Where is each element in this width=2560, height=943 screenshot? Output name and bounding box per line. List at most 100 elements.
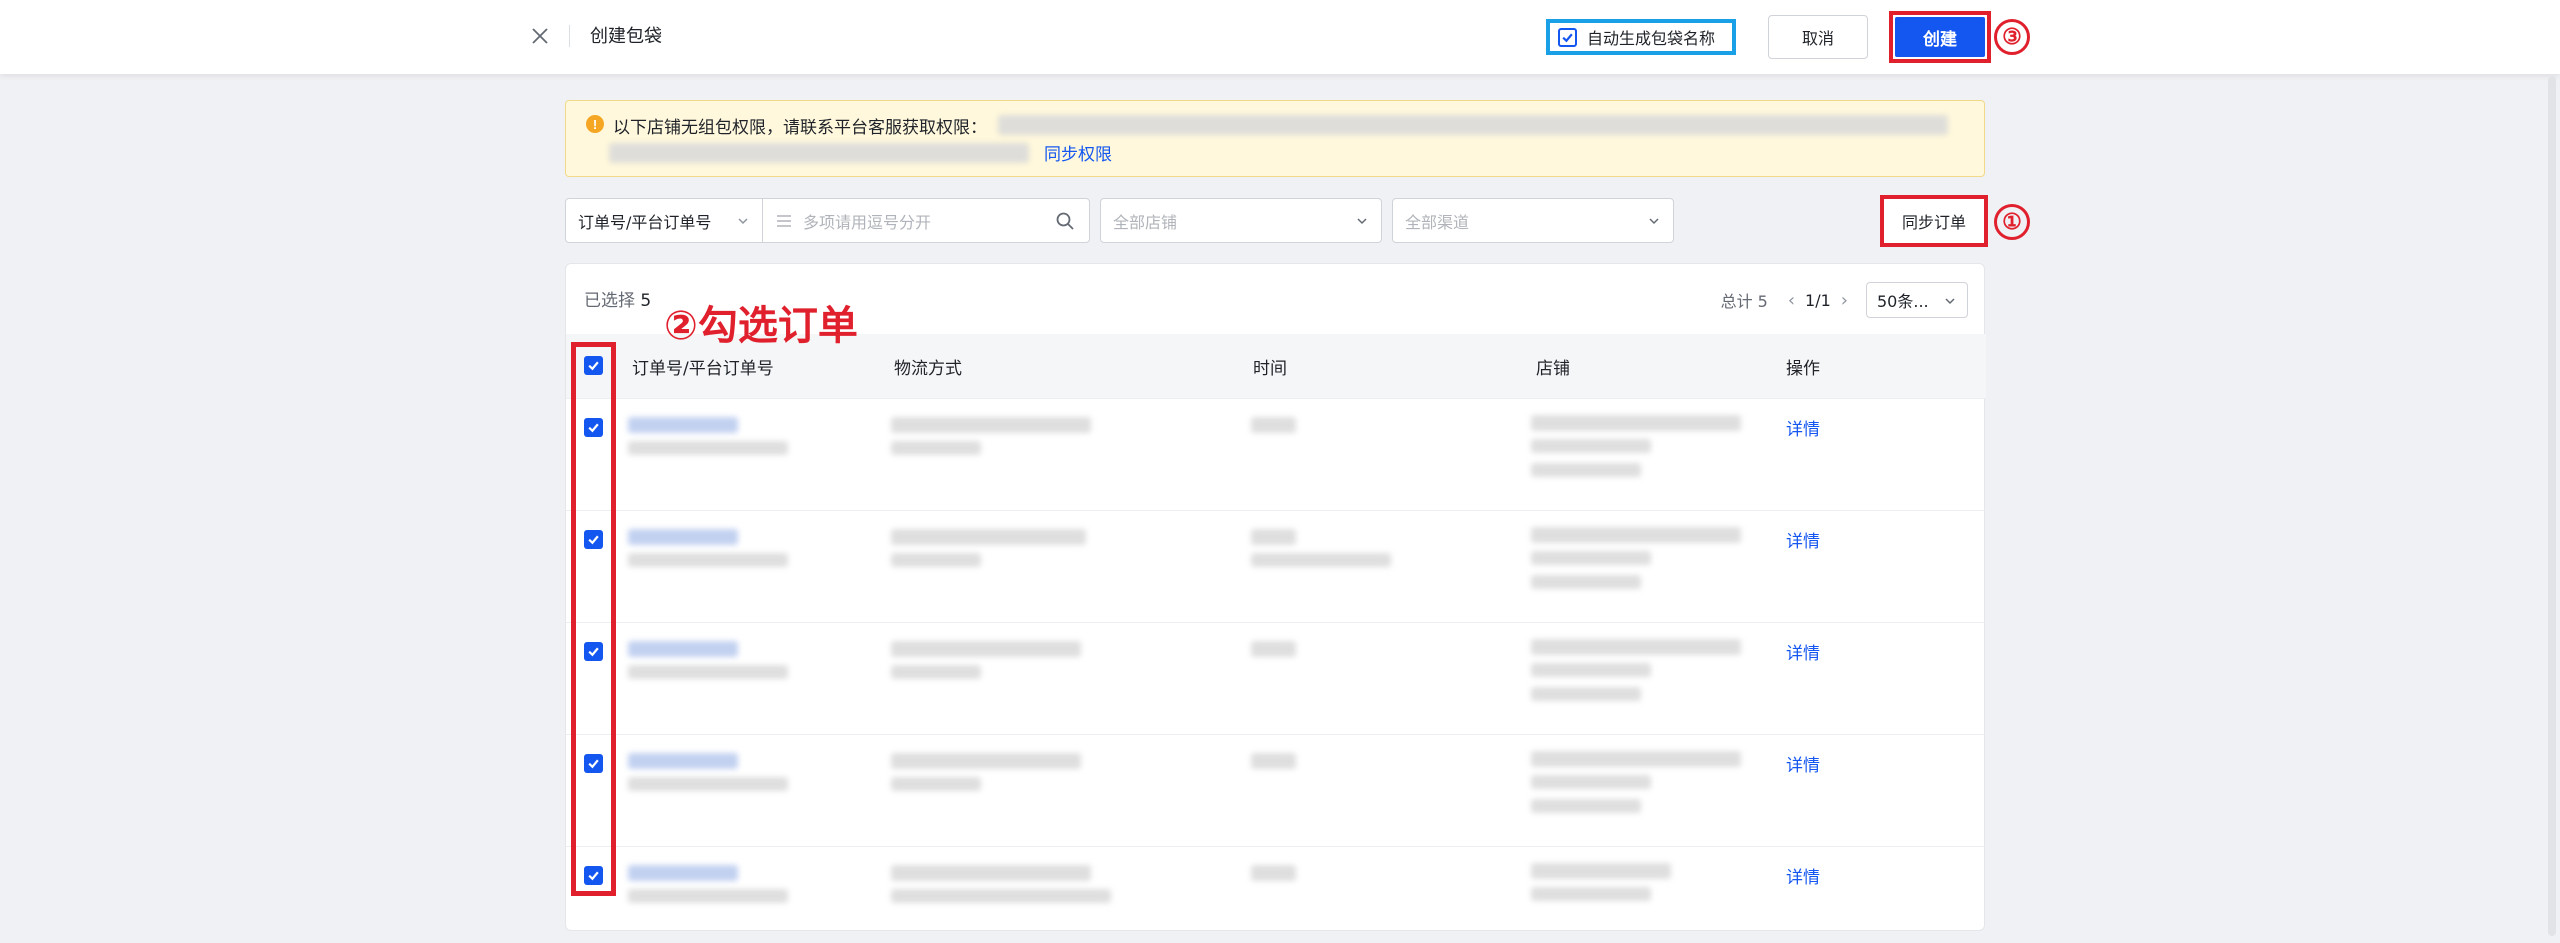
step-1-marker: ① — [1994, 204, 2030, 240]
table-row: 详情 — [566, 398, 1986, 510]
blurred-logistics — [891, 753, 1081, 769]
blurred-shop — [1531, 663, 1651, 677]
blurred-shop — [1531, 551, 1651, 565]
blurred-platform-order — [628, 441, 788, 455]
row-checkbox[interactable] — [584, 642, 603, 661]
permission-warning-banner: ! 以下店铺无组包权限，请联系平台客服获取权限： 同步权限 — [565, 100, 1985, 177]
column-header-time: 时间 — [1253, 359, 1287, 379]
row-checkbox[interactable] — [584, 866, 603, 885]
pagination: 总计 5 ‹ 1/1 › 50条... — [1721, 282, 1968, 318]
shop-select[interactable]: 全部店铺 — [1100, 198, 1382, 243]
chevron-down-icon — [1649, 218, 1659, 225]
blurred-platform-order — [628, 889, 788, 903]
chevron-down-icon — [738, 218, 748, 225]
row-checkbox[interactable] — [584, 754, 603, 773]
blurred-logistics — [891, 865, 1091, 881]
warning-icon: ! — [586, 115, 604, 133]
blurred-shop-list — [609, 143, 1029, 163]
prev-page-icon[interactable]: ‹ — [1782, 290, 1801, 311]
blurred-time — [1251, 553, 1391, 567]
row-detail-link[interactable]: 详情 — [1786, 415, 1820, 440]
page-size-value: 50条... — [1877, 292, 1929, 311]
blurred-time — [1251, 865, 1296, 881]
page-scrollbar[interactable] — [2548, 76, 2556, 936]
row-detail-link[interactable]: 详情 — [1786, 527, 1820, 552]
row-checkbox[interactable] — [584, 418, 603, 437]
blurred-shop — [1531, 415, 1741, 431]
warning-text: 以下店铺无组包权限，请联系平台客服获取权限： — [613, 118, 987, 138]
selected-label: 已选择 — [584, 291, 635, 311]
blurred-shop-list — [998, 115, 1948, 135]
row-detail-link[interactable]: 详情 — [1786, 639, 1820, 664]
order-type-select[interactable]: 订单号/平台订单号 — [565, 198, 763, 243]
select-all-checkbox[interactable] — [584, 356, 603, 375]
blurred-order-number — [628, 865, 738, 881]
table-row: 详情 — [566, 846, 1986, 930]
blurred-shop — [1531, 527, 1741, 543]
table-row: 详情 — [566, 622, 1986, 734]
order-search-input[interactable]: 多项请用逗号分开 — [762, 198, 1090, 243]
order-type-value: 订单号/平台订单号 — [578, 212, 712, 232]
next-page-icon[interactable]: › — [1835, 290, 1854, 311]
blurred-platform-order — [628, 777, 788, 791]
table-row: 详情 — [566, 734, 1986, 846]
blurred-shop — [1531, 687, 1641, 701]
shop-placeholder: 全部店铺 — [1113, 212, 1178, 232]
blurred-logistics — [891, 777, 981, 791]
blurred-shop — [1531, 439, 1651, 453]
row-detail-link[interactable]: 详情 — [1786, 863, 1820, 888]
auto-generate-name-label: 自动生成包袋名称 — [1587, 29, 1716, 48]
header-divider — [569, 25, 570, 47]
page-size-select[interactable]: 50条... — [1866, 282, 1968, 318]
selected-number: 5 — [640, 291, 652, 311]
checkbox-checked-icon[interactable] — [1558, 27, 1577, 47]
selected-count: 已选择 5 — [584, 286, 651, 311]
blurred-time — [1251, 417, 1296, 433]
sync-orders-button[interactable]: 同步订单 — [1880, 195, 1988, 247]
chevron-down-icon — [1945, 298, 1955, 305]
blurred-shop — [1531, 463, 1641, 477]
chevron-down-icon — [1357, 218, 1367, 225]
blurred-shop — [1531, 863, 1671, 879]
blurred-shop — [1531, 799, 1641, 813]
column-header-shop: 店铺 — [1536, 359, 1570, 379]
blurred-shop — [1531, 775, 1651, 789]
blurred-logistics — [891, 889, 1111, 903]
table-row: 详情 — [566, 510, 1986, 622]
blurred-logistics — [891, 417, 1091, 433]
row-checkbox[interactable] — [584, 530, 603, 549]
total-count: 总计 5 — [1720, 292, 1768, 311]
page-indicator: 1/1 — [1805, 290, 1831, 310]
step-2-annotation: ②勾选订单 — [664, 303, 858, 349]
blurred-logistics — [891, 553, 981, 567]
blurred-shop — [1531, 639, 1741, 655]
blurred-shop — [1531, 887, 1651, 901]
search-placeholder: 多项请用逗号分开 — [803, 212, 932, 232]
blurred-shop — [1531, 575, 1641, 589]
blurred-logistics — [891, 641, 1081, 657]
auto-generate-name-checkbox[interactable]: 自动生成包袋名称 — [1546, 19, 1736, 55]
page-title: 创建包袋 — [590, 26, 662, 47]
column-header-order: 订单号/平台订单号 — [632, 359, 774, 379]
column-header-logistics: 物流方式 — [894, 359, 962, 379]
list-icon — [777, 214, 791, 227]
blurred-time — [1251, 641, 1296, 657]
orders-table-card: 已选择 5 总计 5 ‹ 1/1 › 50条... 订单号/平台订单号 物流方式… — [565, 263, 1986, 931]
step-3-marker: ③ — [1994, 19, 2030, 55]
create-button-highlight[interactable]: 创建 — [1889, 11, 1991, 63]
channel-select[interactable]: 全部渠道 — [1392, 198, 1674, 243]
create-button[interactable]: 创建 — [1895, 17, 1985, 57]
top-header: 创建包袋 自动生成包袋名称 取消 创建 ③ — [0, 0, 2560, 74]
blurred-time — [1251, 753, 1296, 769]
blurred-logistics — [891, 441, 981, 455]
blurred-time — [1251, 529, 1296, 545]
blurred-platform-order — [628, 553, 788, 567]
blurred-order-number — [628, 529, 738, 545]
row-detail-link[interactable]: 详情 — [1786, 751, 1820, 776]
cancel-button[interactable]: 取消 — [1768, 15, 1868, 59]
search-icon[interactable] — [1055, 211, 1075, 231]
column-header-action: 操作 — [1786, 359, 1820, 379]
close-icon[interactable] — [528, 24, 552, 48]
blurred-logistics — [891, 529, 1086, 545]
sync-permission-link[interactable]: 同步权限 — [1044, 140, 1112, 165]
